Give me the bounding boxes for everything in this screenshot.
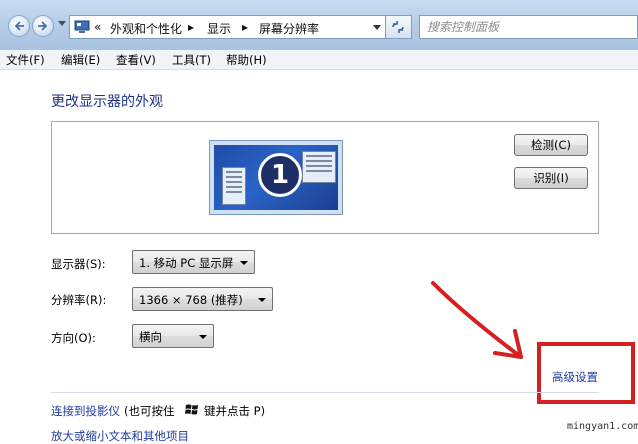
back-arrow-icon (14, 21, 24, 31)
resolution-select[interactable]: 1366 × 768 (推荐) (132, 287, 273, 311)
window-thumbnail (302, 151, 336, 183)
display-label: 显示器(S): (51, 257, 106, 271)
control-panel-icon (74, 20, 90, 33)
projector-hint-prefix: (也可按住 (124, 404, 175, 418)
monitor-number-badge: 1 (258, 153, 302, 197)
orientation-label: 方向(O): (51, 331, 96, 345)
refresh-icon (392, 21, 404, 33)
breadcrumb-separator[interactable]: ▸ (188, 20, 194, 34)
chevron-down-icon (258, 298, 266, 302)
navigation-bar: « 外观和个性化 ▸ 显示 ▸ 屏幕分辨率 (0, 0, 638, 50)
projector-hint-suffix: 键并点击 P) (204, 404, 266, 418)
menu-help[interactable]: 帮助(H) (226, 52, 267, 68)
menu-edit[interactable]: 编辑(E) (61, 52, 100, 68)
red-annotation-arrow (431, 281, 523, 359)
address-bar[interactable]: « 外观和个性化 ▸ 显示 ▸ 屏幕分辨率 (69, 15, 386, 39)
resolution-select-value: 1366 × 768 (推荐) (139, 293, 243, 307)
display-select-value: 1. 移动 PC 显示屏 (139, 256, 234, 270)
window-thumbnail (222, 167, 246, 205)
monitor-screen: 1 (214, 145, 338, 210)
resolution-label: 分辨率(R): (51, 293, 107, 307)
breadcrumb-item-appearance[interactable]: 外观和个性化 (110, 20, 182, 37)
menu-bar: 文件(F) 编辑(E) 查看(V) 工具(T) 帮助(H) (0, 50, 638, 70)
menu-file[interactable]: 文件(F) (6, 52, 45, 68)
windows-logo-icon (185, 404, 198, 415)
orientation-select-value: 横向 (139, 330, 162, 344)
breadcrumb-overflow[interactable]: « (94, 20, 101, 34)
advanced-settings-link[interactable]: 高级设置 (552, 369, 598, 385)
search-box[interactable] (419, 15, 638, 39)
orientation-select[interactable]: 横向 (132, 324, 214, 348)
detect-button[interactable]: 检测(C) (514, 134, 588, 156)
forward-button[interactable] (32, 15, 54, 37)
breadcrumb-item-resolution[interactable]: 屏幕分辨率 (259, 20, 319, 37)
chevron-down-icon (240, 261, 248, 265)
identify-button[interactable]: 识别(I) (514, 167, 588, 189)
display-select[interactable]: 1. 移动 PC 显示屏 (132, 250, 255, 274)
search-input[interactable] (427, 19, 627, 35)
connect-projector-link[interactable]: 连接到投影仪 (51, 403, 120, 419)
monitor-preview[interactable]: 1 (209, 140, 343, 215)
menu-view[interactable]: 查看(V) (116, 52, 156, 68)
page-title: 更改显示器的外观 (51, 94, 163, 110)
recent-pages-dropdown[interactable] (58, 21, 66, 26)
watermark: mingyan1.com (567, 421, 638, 432)
text-size-link[interactable]: 放大或缩小文本和其他项目 (51, 428, 189, 444)
back-button[interactable] (8, 15, 30, 37)
refresh-button[interactable] (386, 15, 412, 39)
forward-arrow-icon (38, 21, 48, 31)
address-dropdown[interactable] (373, 25, 381, 30)
menu-tools[interactable]: 工具(T) (172, 52, 211, 68)
breadcrumb-separator[interactable]: ▸ (242, 20, 248, 34)
breadcrumb-item-display[interactable]: 显示 (207, 20, 231, 37)
section-divider (51, 392, 599, 393)
chevron-down-icon (199, 335, 207, 339)
